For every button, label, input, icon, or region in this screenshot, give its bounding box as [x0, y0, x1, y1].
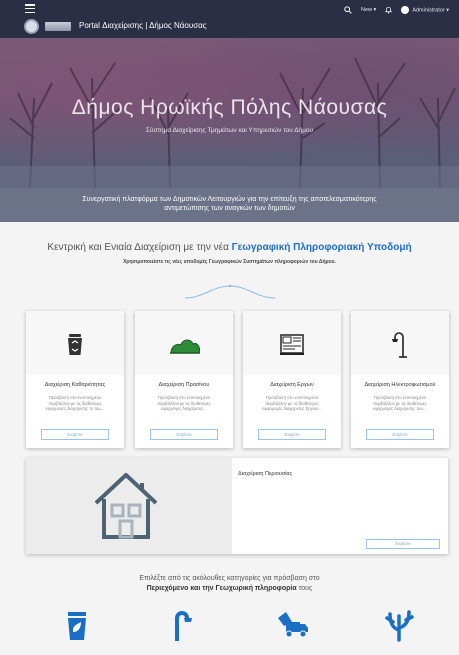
card-image-area: [26, 311, 124, 375]
recycle-bin-icon: [68, 334, 82, 355]
top-navigation-bar: Portal Διαχείρισης | Δήμος Νάουσας New ▾…: [0, 0, 459, 38]
search-icon[interactable]: [344, 6, 352, 14]
hamburger-menu-icon[interactable]: [25, 4, 35, 14]
street-lamp-icon[interactable]: [165, 608, 199, 642]
intro-heading-prefix: Κεντρική και Ενιαία Διαχείριση με την νέ…: [47, 242, 229, 253]
categories-line-1: Επιλέξτε από τις ακόλουθες κατηγορίες γι…: [139, 575, 320, 582]
recycle-bin-icon[interactable]: [60, 608, 94, 642]
portal-title[interactable]: Portal Διαχείρισης | Δήμος Νάουσας: [79, 21, 207, 30]
card-property-management[interactable]: Διαχείριση Περιουσίας Explore: [26, 458, 448, 554]
card-title: Διαχείριση Καθαριότητας: [44, 382, 106, 388]
explore-button[interactable]: Explore: [41, 429, 109, 440]
card-description: Πρόσβαση στο ενοποιημένο περιβάλλον με τ…: [45, 395, 105, 412]
card-image-area: [26, 458, 232, 554]
municipality-logo-text: [45, 22, 71, 31]
new-menu-button[interactable]: New ▾: [361, 7, 376, 13]
card-description: Πρόσβαση στο ενοποιημένο περιβάλλον με τ…: [157, 395, 211, 412]
card-cleaning-management[interactable]: Διαχείριση Καθαριότητας Πρόσβαση στο ενο…: [26, 311, 124, 448]
user-avatar: [401, 6, 410, 14]
card-image-area: [243, 311, 341, 375]
card-image-area: [135, 311, 233, 375]
explore-button[interactable]: Explore: [258, 429, 326, 440]
banner-line-2: αντιμετώπισης των αναγκών των δημοτών: [164, 205, 295, 212]
explore-button[interactable]: Explore: [366, 539, 440, 549]
intro-heading-highlight: Γεωγραφική Πληροφοριακή Υποδομή: [231, 242, 412, 253]
intro-subtitle: Χρησιμοποιείστε τις νέες υποδομές Γεωγρα…: [123, 259, 336, 265]
card-lighting-management[interactable]: Διαχείριση Ηλεκτροφωτισμού Πρόσβαση στο …: [351, 311, 449, 448]
categories-prompt: Επιλέξτε από τις ακόλουθες κατηγορίες γι…: [0, 574, 459, 593]
card-description: Πρόσβαση στο ενοποιημένο περιβάλλον με τ…: [262, 395, 322, 412]
house-icon: [94, 473, 158, 539]
user-name: Administrator ▾: [412, 7, 449, 14]
explore-button[interactable]: Explore: [366, 429, 434, 440]
categories-line-2-rest: τους: [298, 584, 313, 592]
municipality-logo[interactable]: [24, 19, 39, 34]
categories-line-2-bold: Περιεχόμενο και την Γεωχωρική πληροφορία: [146, 584, 297, 592]
truck-icon[interactable]: [276, 608, 310, 642]
notifications-bell-icon[interactable]: [385, 6, 393, 14]
street-lamp-icon: [392, 332, 407, 358]
user-menu[interactable]: Administrator ▾: [401, 6, 449, 14]
hero-subtitle: Σύστημα Διαχείρισης Τμημάτων και Υπηρεσι…: [145, 127, 314, 134]
blueprint-icon: [280, 334, 304, 355]
decorative-wave-divider: [184, 284, 276, 299]
green-bushes-icon: [170, 339, 200, 354]
card-description: Πρόσβαση στο ενοποιημένο περιβάλλον με τ…: [373, 395, 427, 412]
intro-heading: Κεντρική και Ενιαία Διαχείριση με την νέ…: [0, 242, 459, 253]
card-title: Διαχείριση Πρασίνου: [158, 382, 210, 388]
card-title: Διαχείριση Ηλεκτροφωτισμού: [364, 382, 436, 388]
card-title: Διαχείριση Περιουσίας: [238, 471, 293, 477]
categories-line-2: Περιεχόμενο και την Γεωχωρική πληροφορία…: [0, 584, 459, 594]
banner-line-1: Συνεργατική πλατφόρμα των Δημοτικών Λειτ…: [82, 196, 377, 203]
platform-description-banner: Συνεργατική πλατφόρμα των Δημοτικών Λειτ…: [0, 188, 459, 222]
card-green-management[interactable]: Διαχείριση Πρασίνου Πρόσβαση στο ενοποιη…: [135, 311, 233, 448]
hero-title: Δήμος Ηρωϊκής Πόλης Νάουσας: [71, 96, 388, 119]
explore-button[interactable]: Explore: [150, 429, 218, 440]
coral-tree-icon[interactable]: [382, 608, 416, 642]
card-works-management[interactable]: Διαχείριση Εργων Πρόσβαση στο ενοποιημέν…: [243, 311, 341, 448]
card-image-area: [351, 311, 449, 375]
card-title: Διαχείριση Εργων: [270, 382, 314, 388]
hero-banner: Δήμος Ηρωϊκής Πόλης Νάουσας Σύστημα Διαχ…: [0, 38, 459, 188]
top-right-controls: New ▾ Administrator ▾: [344, 6, 449, 14]
